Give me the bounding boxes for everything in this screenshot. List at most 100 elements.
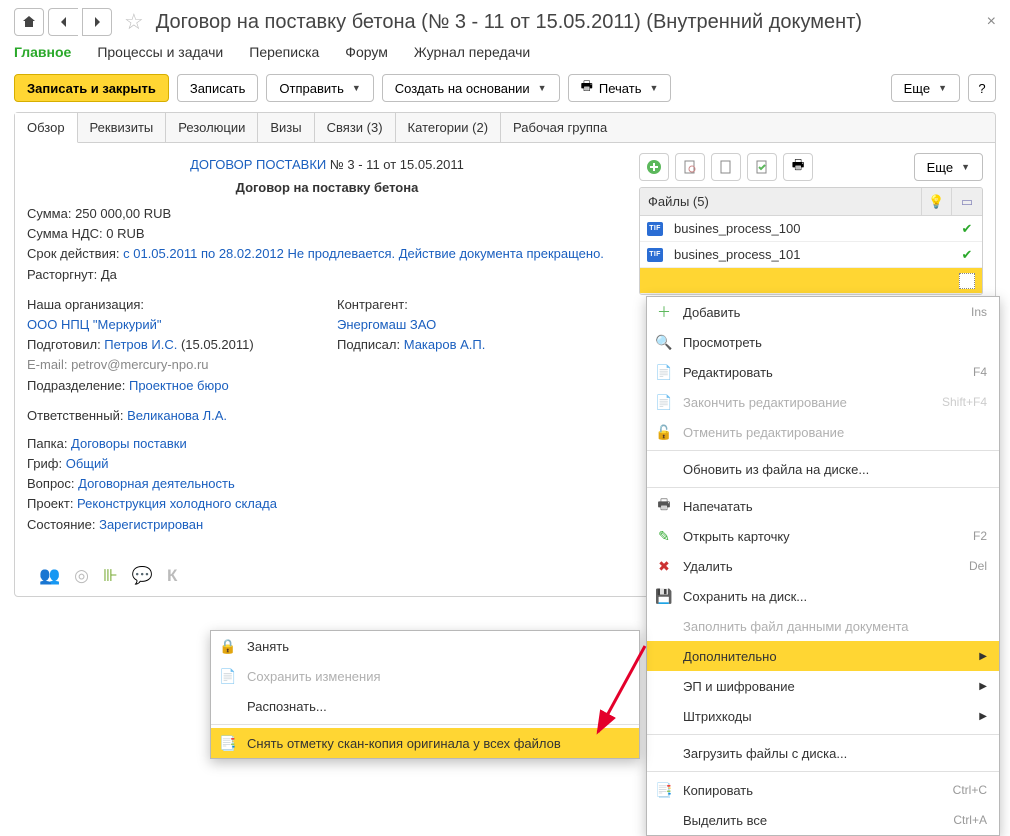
file-row[interactable]: TIF busines_process_101 ✔	[640, 242, 982, 268]
ctx-cancel-edit: 🔓Отменить редактирование	[647, 417, 999, 447]
ctx-separator	[647, 487, 999, 488]
ctx-copy[interactable]: 📑КопироватьCtrl+C	[647, 775, 999, 805]
circle-icon[interactable]: ◎	[74, 566, 89, 586]
home-button[interactable]	[14, 8, 44, 36]
files-col-page[interactable]: ▭	[952, 188, 982, 215]
page-search-icon: 🔍	[655, 334, 673, 351]
stamp-link[interactable]: Общий	[66, 456, 109, 471]
file-finish-button[interactable]	[747, 153, 777, 181]
tab-overview[interactable]: Обзор	[15, 113, 78, 143]
ctx-view[interactable]: 🔍Просмотреть	[647, 327, 999, 357]
ctx-barcodes[interactable]: Штрихкоды▶	[647, 701, 999, 731]
save-close-button[interactable]: Записать и закрыть	[14, 74, 169, 102]
chat-icon[interactable]: 💬	[132, 566, 153, 586]
favorite-star-icon[interactable]: ☆	[124, 9, 144, 35]
ctx-additional[interactable]: Дополнительно▶	[647, 641, 999, 671]
plus-icon: ＋	[655, 302, 673, 322]
state-link[interactable]: Зарегистрирован	[99, 517, 203, 532]
close-button[interactable]: ×	[987, 13, 996, 31]
department-label: Подразделение:	[27, 378, 129, 393]
our-org-link[interactable]: ООО НПЦ "Меркурий"	[27, 317, 162, 332]
nav-transfer-log[interactable]: Журнал передачи	[414, 44, 530, 60]
ctx-delete[interactable]: ✖УдалитьDel	[647, 551, 999, 581]
page-icon: ▭	[961, 194, 973, 210]
counterparty-link[interactable]: Энергомаш ЗАО	[337, 317, 436, 332]
ctx-update-file-label: Обновить из файла на диске...	[683, 462, 987, 477]
ctx-finish-edit: 📄Закончить редактированиеShift+F4	[647, 387, 999, 417]
nav-processes[interactable]: Процессы и задачи	[97, 44, 223, 60]
back-button[interactable]	[48, 8, 78, 36]
chevron-down-icon: ▼	[538, 83, 547, 93]
file-print-button[interactable]: 🖶	[783, 153, 813, 181]
page-icon	[718, 159, 734, 175]
more-button[interactable]: Еще▼	[891, 74, 960, 102]
ctx-recognize[interactable]: Распознать...	[211, 691, 639, 721]
files-col-bulb[interactable]: 💡	[922, 188, 952, 215]
ctx-update-file[interactable]: Обновить из файла на диске...	[647, 454, 999, 484]
tab-resolutions[interactable]: Резолюции	[166, 113, 258, 142]
department-link[interactable]: Проектное бюро	[129, 378, 229, 393]
check-icon: ✔	[952, 221, 982, 237]
tab-visas[interactable]: Визы	[258, 113, 314, 142]
file-name: busines_process_101	[670, 247, 952, 262]
ctx-load-files[interactable]: Загрузить файлы с диска...	[647, 738, 999, 768]
arrow-left-icon	[56, 14, 72, 30]
file-edit-button[interactable]	[711, 153, 741, 181]
question-link[interactable]: Договорная деятельность	[78, 476, 235, 491]
k-icon[interactable]: К	[167, 566, 177, 586]
signed-label: Подписал:	[337, 337, 404, 352]
tab-categories[interactable]: Категории (2)	[396, 113, 502, 142]
file-name: busines_process_100	[670, 221, 952, 236]
email-value: petrov@mercury-npo.ru	[71, 357, 208, 372]
overview-head-link[interactable]: ДОГОВОР ПОСТАВКИ	[190, 157, 326, 172]
ctx-delete-shortcut: Del	[969, 559, 987, 573]
check-box	[959, 273, 975, 289]
tif-icon: TIF	[647, 222, 663, 236]
ctx-edit[interactable]: 📄РедактироватьF4	[647, 357, 999, 387]
ctx-open-card[interactable]: ✎Открыть карточкуF2	[647, 521, 999, 551]
ctx-remove-scan-mark[interactable]: 📑Снять отметку скан-копия оригинала у вс…	[211, 728, 639, 758]
help-button[interactable]: ?	[968, 74, 996, 102]
ctx-add[interactable]: ＋ДобавитьIns	[647, 297, 999, 327]
tab-links[interactable]: Связи (3)	[315, 113, 396, 142]
signed-link[interactable]: Макаров А.П.	[404, 337, 486, 352]
project-link[interactable]: Реконструкция холодного склада	[77, 496, 277, 511]
nav-main[interactable]: Главное	[14, 44, 71, 60]
copy-icon: 📑	[655, 782, 673, 799]
tree-icon[interactable]: ⊪	[103, 566, 118, 586]
ctx-add-label: Добавить	[683, 305, 941, 320]
chevron-down-icon: ▼	[352, 83, 361, 93]
file-row-selected[interactable]	[640, 268, 982, 294]
files-header[interactable]: Файлы (5)	[640, 188, 922, 215]
create-based-label: Создать на основании	[395, 81, 530, 96]
responsible-link[interactable]: Великанова Л.А.	[127, 408, 227, 423]
send-button[interactable]: Отправить▼	[266, 74, 373, 102]
prepared-link[interactable]: Петров И.С.	[104, 337, 177, 352]
ctx-signing-label: ЭП и шифрование	[683, 679, 969, 694]
ctx-select-all[interactable]: Выделить всеCtrl+A	[647, 805, 999, 835]
folder-label: Папка:	[27, 436, 71, 451]
tab-workgroup[interactable]: Рабочая группа	[501, 113, 619, 142]
file-row[interactable]: TIF busines_process_100 ✔	[640, 216, 982, 242]
save-button[interactable]: Записать	[177, 74, 259, 102]
nav-forum[interactable]: Форум	[345, 44, 388, 60]
files-more-button[interactable]: Еще▼	[914, 153, 983, 181]
ctx-signing[interactable]: ЭП и шифрование▶	[647, 671, 999, 701]
nav-correspondence[interactable]: Переписка	[249, 44, 319, 60]
users-icon[interactable]: 👥	[39, 566, 60, 586]
responsible-label: Ответственный:	[27, 408, 127, 423]
print-button[interactable]: 🖶Печать▼	[568, 74, 672, 102]
validity-link[interactable]: с 01.05.2011 по 28.02.2012 Не продлевает…	[123, 246, 604, 261]
create-based-button[interactable]: Создать на основании ▼	[382, 74, 560, 102]
file-view-button[interactable]	[675, 153, 705, 181]
page-edit-icon: 📄	[655, 364, 673, 381]
ctx-save-disk[interactable]: 💾Сохранить на диск...	[647, 581, 999, 611]
validity-label: Срок действия:	[27, 246, 123, 261]
our-org-label: Наша организация:	[27, 296, 317, 314]
folder-link[interactable]: Договоры поставки	[71, 436, 187, 451]
tab-requisites[interactable]: Реквизиты	[78, 113, 167, 142]
ctx-print[interactable]: 🖶Напечатать	[647, 491, 999, 521]
file-add-button[interactable]	[639, 153, 669, 181]
ctx-lock[interactable]: 🔒Занять	[211, 631, 639, 661]
forward-button[interactable]	[82, 8, 112, 36]
